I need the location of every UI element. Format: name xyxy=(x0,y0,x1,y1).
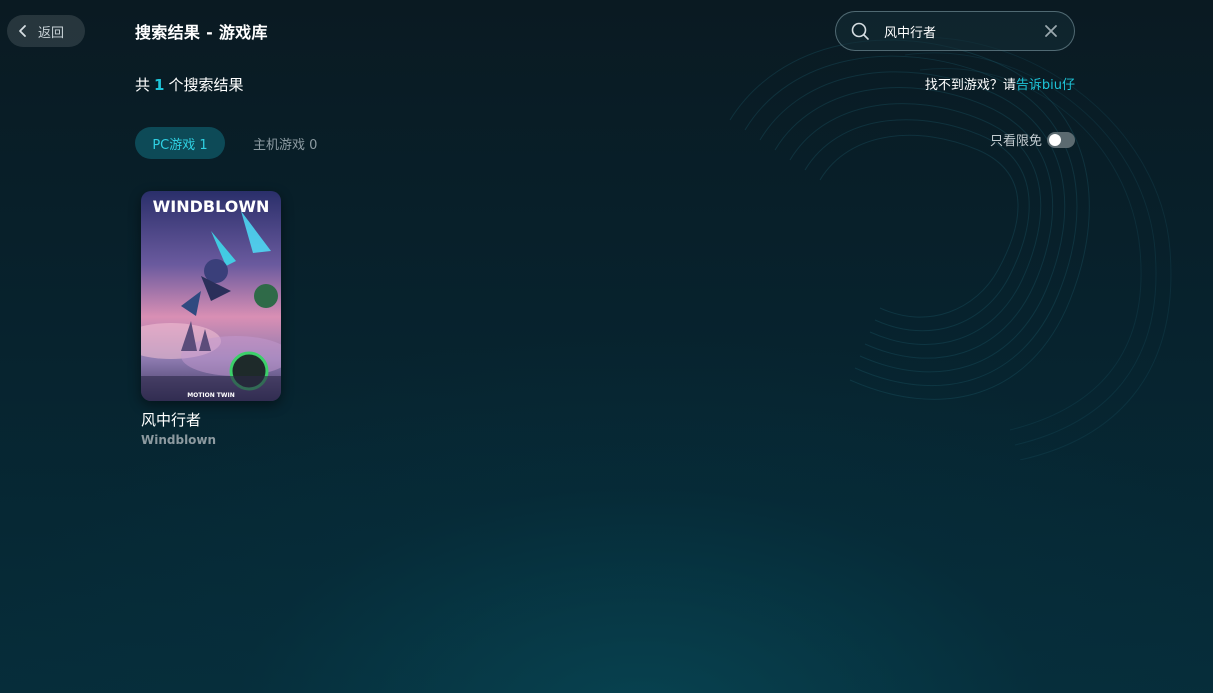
game-title: 风中行者 xyxy=(141,411,202,429)
feedback-link[interactable]: 告诉biu仔 xyxy=(1016,78,1075,93)
result-count-prefix: 共 xyxy=(135,76,151,94)
free-only-toggle[interactable] xyxy=(1047,131,1075,148)
toggle-knob xyxy=(1049,133,1061,146)
tab-pc-games[interactable]: PC游戏 1 xyxy=(135,127,225,159)
result-count: 共 1 个搜索结果 xyxy=(135,74,243,95)
search-icon[interactable] xyxy=(850,21,870,41)
back-button-label: 返回 xyxy=(38,25,65,41)
free-only-label: 只看限免 xyxy=(989,134,1042,149)
cover-logo-text: WINDBLOWN xyxy=(153,197,270,216)
page-title: 搜索结果 - 游戏库 xyxy=(135,23,268,42)
feedback-text: 找不到游戏？请 xyxy=(924,78,1016,93)
tab-console-games[interactable]: 主机游戏 0 xyxy=(253,134,317,153)
background-contour-decoration xyxy=(729,36,1172,460)
game-subtitle: Windblown xyxy=(141,433,217,447)
close-icon[interactable] xyxy=(1044,24,1058,38)
result-count-number: 1 xyxy=(154,76,165,94)
result-count-suffix: 个搜索结果 xyxy=(168,76,244,94)
chevron-left-icon xyxy=(19,25,26,37)
game-cover-image: WINDBLOWN MOTION TWIN xyxy=(141,191,281,401)
back-button[interactable]: 返回 xyxy=(7,15,85,47)
game-card[interactable]: WINDBLOWN MOTION TWIN 风中行者 Windblown xyxy=(141,191,281,447)
search-input[interactable] xyxy=(884,23,1034,39)
search-bar xyxy=(835,11,1075,51)
free-only-filter: 只看限免 xyxy=(990,130,1075,149)
cover-publisher-text: MOTION TWIN xyxy=(187,392,235,399)
feedback-prompt: 找不到游戏？请告诉biu仔 xyxy=(925,74,1075,93)
